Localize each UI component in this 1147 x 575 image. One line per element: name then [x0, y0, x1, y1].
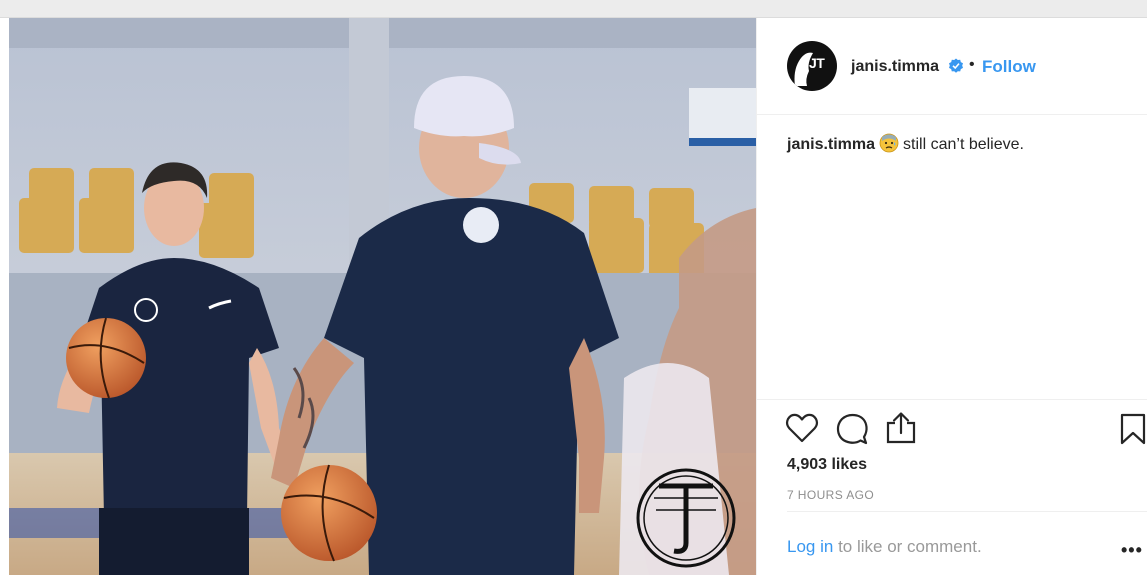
browser-top-strip	[0, 0, 1147, 18]
login-link[interactable]: Log in	[787, 537, 833, 556]
likes-count[interactable]: 4,903 likes	[787, 456, 867, 474]
actions-divider	[757, 399, 1147, 400]
login-prompt-text: to like or comment.	[838, 537, 982, 556]
heart-icon[interactable]	[785, 412, 819, 444]
caption-text: still can’t believe.	[903, 136, 1024, 153]
avatar-initials: JT	[809, 55, 825, 71]
comment-divider	[787, 511, 1147, 512]
verified-badge-icon	[949, 58, 963, 73]
bookmark-icon[interactable]	[1120, 413, 1146, 445]
post-timestamp[interactable]: 7 HOURS AGO	[787, 488, 874, 502]
more-options-button[interactable]: •••	[1121, 540, 1143, 561]
post-username[interactable]: janis.timma	[851, 58, 939, 76]
photo-illustration	[9, 18, 756, 575]
avatar[interactable]: JT	[787, 41, 837, 91]
sweat-emoji-icon	[879, 133, 899, 153]
header-separator: •	[969, 56, 975, 73]
post-photo[interactable]	[9, 18, 756, 575]
caption-username[interactable]: janis.timma	[787, 136, 875, 153]
post-header: JT janis.timma • Follow	[757, 18, 1147, 115]
post-side-panel: JT janis.timma • Follow janis.timma stil…	[756, 18, 1147, 575]
comment-icon[interactable]	[835, 412, 869, 446]
login-prompt: Log in to like or comment.	[787, 537, 982, 557]
post-caption: janis.timma still can’t believe.	[787, 133, 1024, 154]
share-icon[interactable]	[885, 411, 917, 445]
follow-button[interactable]: Follow	[982, 57, 1036, 77]
